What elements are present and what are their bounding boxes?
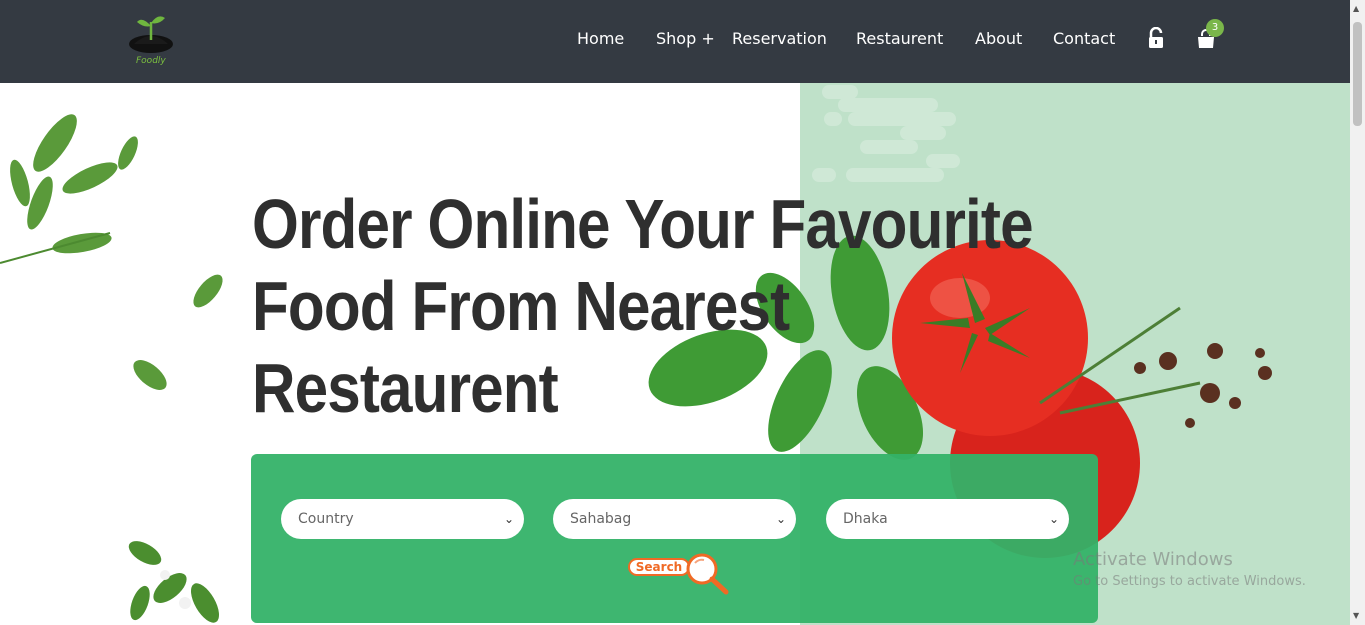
- nav-home[interactable]: Home: [577, 29, 624, 48]
- search-panel: Country ⌄ Sahabag ⌄ Dhaka ⌄ Search: [251, 454, 1098, 623]
- area-select-value: Sahabag: [570, 511, 632, 527]
- country-select-value: Country: [298, 511, 354, 527]
- chevron-down-icon: ⌄: [775, 512, 786, 526]
- hero-title-line: Restaurent: [252, 349, 559, 427]
- seedling-icon: [129, 16, 173, 53]
- cart-count-badge: 3: [1206, 19, 1224, 37]
- city-select-value: Dhaka: [843, 511, 888, 527]
- page-scrollbar[interactable]: ▲ ▼: [1350, 0, 1365, 625]
- chevron-down-icon: ⌄: [503, 512, 514, 526]
- activate-windows-title: Activate Windows: [1073, 549, 1233, 570]
- city-select[interactable]: Dhaka ⌄: [826, 499, 1069, 539]
- brand-logo[interactable]: Foodly: [124, 10, 180, 70]
- hero-title: Order Online Your Favourite Food From Ne…: [252, 183, 1034, 429]
- magnifier-icon: [686, 553, 729, 595]
- activate-windows-subtitle: Go to Settings to activate Windows.: [1073, 574, 1306, 589]
- unlock-icon[interactable]: [1147, 26, 1165, 53]
- nav-restaurent[interactable]: Restaurent: [856, 29, 943, 48]
- nav-contact[interactable]: Contact: [1053, 29, 1115, 48]
- nav-reservation[interactable]: Reservation: [732, 29, 827, 48]
- country-select[interactable]: Country ⌄: [281, 499, 524, 539]
- search-button-label: Search: [628, 558, 690, 576]
- hero-title-line: Order Online Your Favourite: [252, 185, 1034, 263]
- brand-name: Foodly: [136, 56, 166, 66]
- hero-section: Order Online Your Favourite Food From Ne…: [0, 83, 1350, 625]
- nav-shop[interactable]: Shop +: [656, 29, 715, 48]
- scroll-down-arrow-icon[interactable]: ▼: [1353, 611, 1359, 620]
- navbar: Foodly Home Shop + Reservation Restauren…: [0, 0, 1365, 83]
- chevron-down-icon: ⌄: [1048, 512, 1059, 526]
- hero-title-line: Food From Nearest: [252, 267, 790, 345]
- nav-about[interactable]: About: [975, 29, 1022, 48]
- scroll-up-arrow-icon[interactable]: ▲: [1353, 4, 1359, 13]
- scrollbar-thumb[interactable]: [1353, 22, 1362, 126]
- search-button[interactable]: Search: [628, 552, 729, 595]
- area-select[interactable]: Sahabag ⌄: [553, 499, 796, 539]
